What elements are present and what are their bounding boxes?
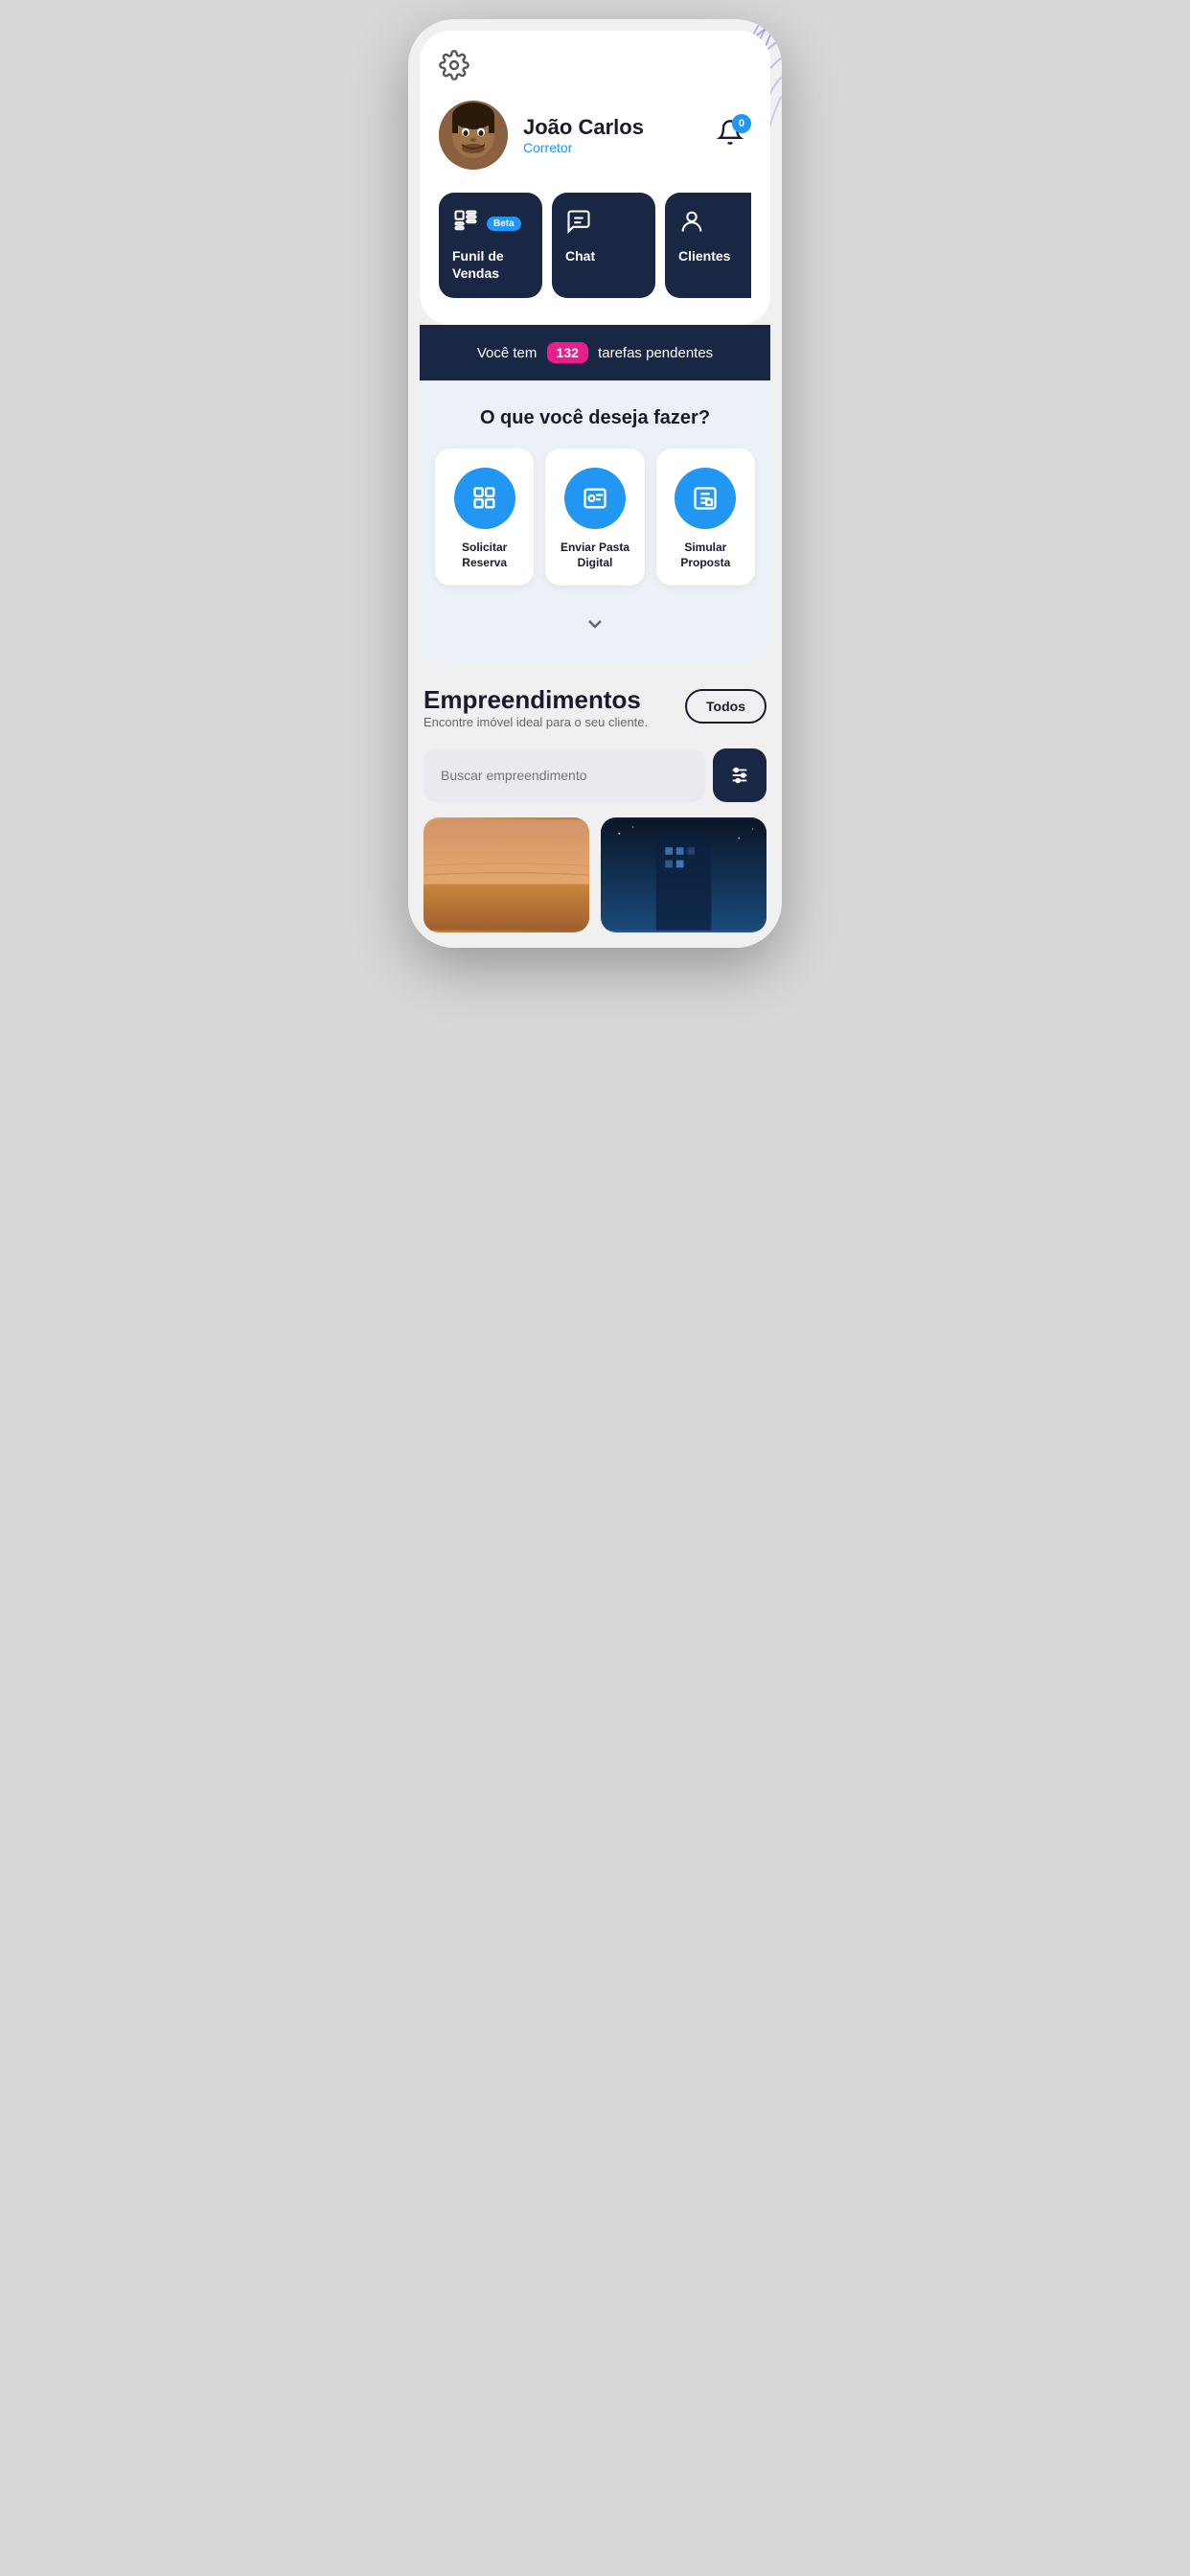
clientes-label: Clientes [678,247,730,264]
chat-label: Chat [565,247,595,264]
beta-badge: Beta [487,217,521,231]
chat-icon [565,208,592,240]
solicitar-label: Solicitar Reserva [445,540,524,570]
search-input[interactable] [423,748,705,802]
action-header-funil: Beta [452,208,521,240]
action-buttons-row: Solicitar Reserva Enviar Pasta Digital [435,448,755,586]
pending-prefix: Você tem [477,345,538,361]
funil-icon [452,208,479,240]
filter-button[interactable] [713,748,767,802]
profile-role: Corretor [523,140,694,155]
empreendimentos-section: Empreendimentos Encontre imóvel ideal pa… [408,662,782,948]
quick-actions: Beta Funil deVendas Chat [439,193,751,302]
pasta-icon [582,485,608,512]
pending-text: Você tem 132 tarefas pendentes [477,345,713,361]
what-to-do-section: O que você deseja fazer? Solicitar Reser… [420,380,770,662]
simular-label: Simular Proposta [666,540,745,570]
pasta-circle [564,468,626,529]
pending-count: 132 [547,342,588,363]
property-card-beach[interactable] [423,817,589,932]
property-card-beach-bg [423,817,589,932]
night-scene [601,817,767,932]
simular-icon [692,485,719,512]
clientes-icon [678,208,705,240]
notification-bell[interactable]: 0 [709,114,751,156]
phone-frame: João Carlos Corretor 0 [408,19,782,948]
action-card-funil[interactable]: Beta Funil deVendas [439,193,542,298]
profile-section: João Carlos Corretor 0 [439,101,751,170]
feature-card-pasta[interactable]: Enviar Pasta Digital [545,448,644,586]
beach-scene [423,817,589,932]
empreendimentos-title: Empreendimentos [423,685,648,715]
settings-button[interactable] [439,50,469,85]
empreendimentos-subtitle: Encontre imóvel ideal para o seu cliente… [423,715,648,729]
top-card: João Carlos Corretor 0 [420,31,770,325]
empreendimentos-title-group: Empreendimentos Encontre imóvel ideal pa… [423,685,648,745]
pending-suffix: tarefas pendentes [598,345,713,361]
settings-icon [439,50,469,80]
main-content: João Carlos Corretor 0 [408,31,782,948]
action-card-clientes[interactable]: Clientes [665,193,751,298]
avatar[interactable] [439,101,508,170]
what-to-do-title: O que você deseja fazer? [435,407,755,429]
todos-button[interactable]: Todos [685,689,767,724]
filter-icon [729,765,750,786]
profile-info: João Carlos Corretor [523,115,694,155]
feature-card-solicitar[interactable]: Solicitar Reserva [435,448,534,586]
chevron-down[interactable] [435,605,755,643]
property-card-night[interactable] [601,817,767,932]
property-card-night-bg [601,817,767,932]
profile-name: João Carlos [523,115,694,140]
avatar-image [439,101,508,170]
action-card-chat[interactable]: Chat [552,193,655,298]
feature-card-simular[interactable]: Simular Proposta [656,448,755,586]
search-row [423,748,767,802]
property-cards [423,817,767,932]
solicitar-icon [471,485,498,512]
pending-banner: Você tem 132 tarefas pendentes [420,325,770,380]
funil-label: Funil deVendas [452,247,504,282]
notification-badge: 0 [732,114,751,133]
simular-circle [675,468,736,529]
solicitar-circle [454,468,515,529]
empreendimentos-header: Empreendimentos Encontre imóvel ideal pa… [423,685,767,745]
settings-row [439,50,751,85]
chevron-down-icon [584,612,606,635]
pasta-label: Enviar Pasta Digital [555,540,634,570]
